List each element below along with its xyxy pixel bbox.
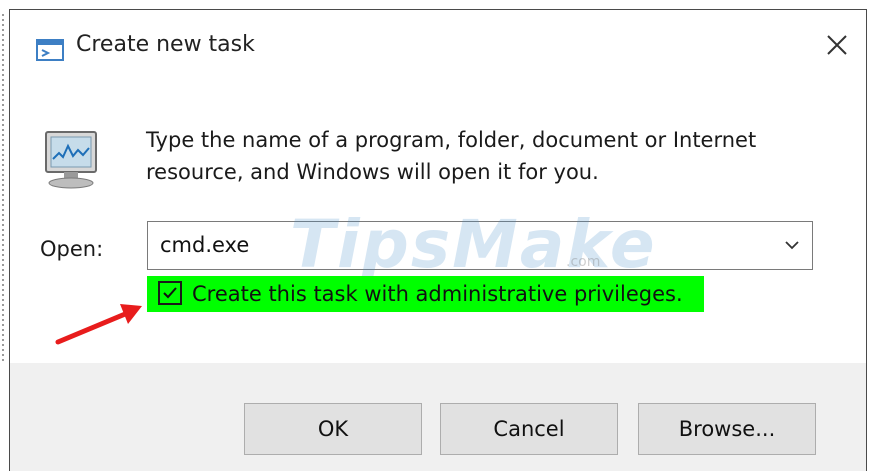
open-input-value[interactable]: cmd.exe — [160, 233, 249, 257]
run-window-icon — [36, 39, 64, 61]
close-icon[interactable] — [822, 30, 852, 60]
title-bar: Create new task — [10, 10, 866, 76]
create-new-task-dialog: Create new task Type the name of a progr… — [9, 9, 867, 471]
description-text: Type the name of a program, folder, docu… — [146, 128, 757, 184]
browse-button[interactable]: Browse... — [638, 403, 816, 455]
cancel-button[interactable]: Cancel — [440, 403, 618, 455]
chevron-down-icon[interactable] — [778, 231, 806, 259]
admin-privileges-label[interactable]: Create this task with administrative pri… — [192, 282, 683, 306]
window-title: Create new task — [76, 32, 255, 57]
open-label: Open: — [40, 237, 104, 261]
left-edge-dots — [2, 14, 4, 364]
red-arrow-icon — [55, 304, 142, 345]
computer-monitor-icon — [45, 131, 97, 189]
open-combobox[interactable]: cmd.exe — [147, 221, 813, 270]
admin-privileges-checkbox[interactable] — [158, 281, 182, 305]
ok-button[interactable]: OK — [244, 403, 422, 455]
